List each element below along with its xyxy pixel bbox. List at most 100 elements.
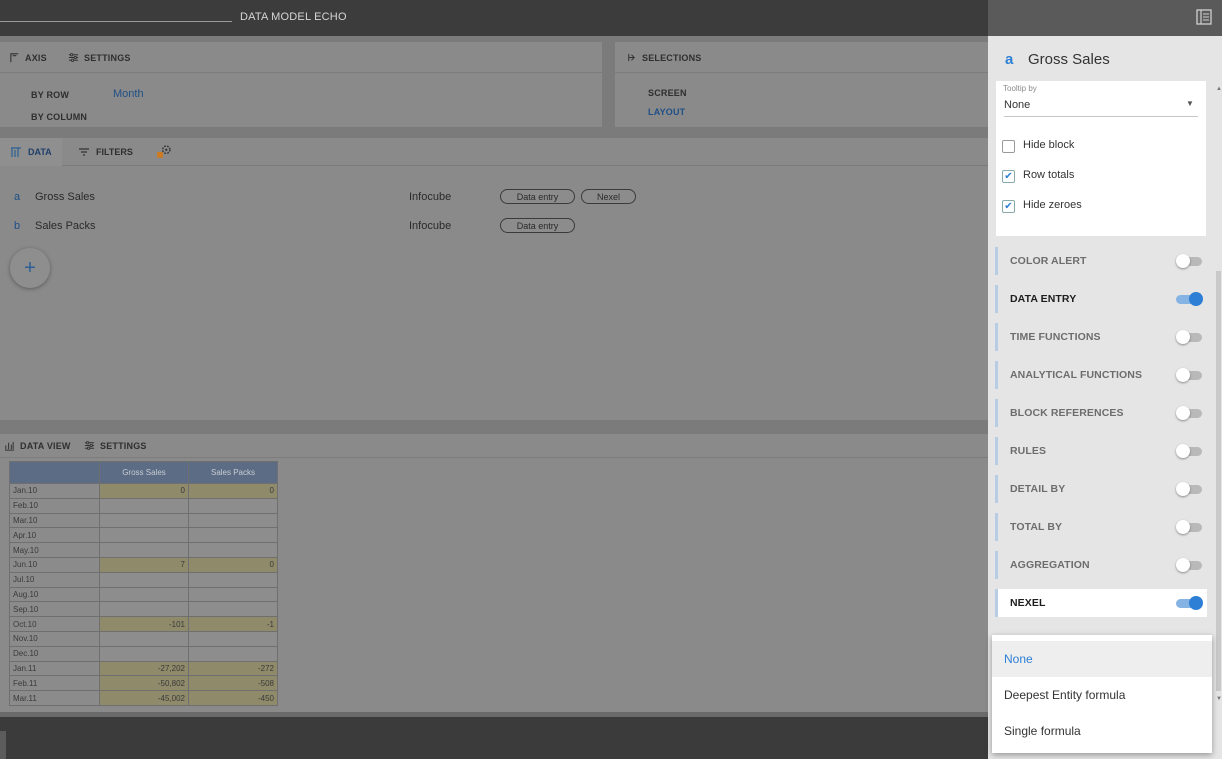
feature-label: DATA ENTRY: [1010, 293, 1077, 305]
tab-axis[interactable]: AXIS: [9, 52, 47, 63]
table-cell[interactable]: [99, 542, 189, 558]
table-cell[interactable]: -50,802: [99, 675, 189, 692]
panel-toggle-icon[interactable]: [1196, 9, 1212, 25]
data-row-b[interactable]: b Sales Packs Infocube Data entry: [0, 216, 988, 238]
table-cell[interactable]: 0: [188, 483, 278, 499]
table-cell[interactable]: -1: [188, 616, 278, 632]
table-cell[interactable]: [188, 630, 278, 647]
table-cell[interactable]: [188, 645, 278, 662]
data-entry-pill[interactable]: Data entry: [500, 218, 575, 233]
feature-toggle[interactable]: [1176, 558, 1202, 572]
row-header-cell: Aug.10: [9, 586, 100, 603]
screen-label[interactable]: SCREEN: [648, 88, 687, 98]
by-row-value[interactable]: Month: [113, 88, 144, 100]
scroll-down-icon[interactable]: ▼: [1216, 696, 1222, 702]
feature-toggle[interactable]: [1176, 368, 1202, 382]
feature-row[interactable]: DATA ENTRY: [995, 285, 1207, 313]
dropdown-option[interactable]: Deepest Entity formula: [992, 677, 1212, 713]
toggle-knob: [1176, 558, 1190, 572]
table-cell[interactable]: [99, 571, 189, 588]
name-input-underline[interactable]: [0, 21, 232, 22]
block-options-card: Tooltip by None ▼ Hide block ✔ Row totals ✔…: [996, 81, 1206, 236]
column-header[interactable]: Sales Packs: [188, 461, 278, 484]
checkbox-unchecked[interactable]: [1002, 140, 1015, 153]
table-corner-cell: [9, 461, 100, 484]
checkbox-label[interactable]: Hide block: [1023, 139, 1074, 151]
checkbox-checked[interactable]: ✔: [1002, 170, 1015, 183]
side-scrollbar-thumb[interactable]: [1216, 271, 1221, 691]
feature-row[interactable]: ANALYTICAL FUNCTIONS: [995, 361, 1207, 389]
table-row: Mar.10: [9, 512, 278, 529]
table-cell[interactable]: [99, 497, 189, 514]
nexel-pill[interactable]: Nexel: [581, 189, 636, 204]
feature-row[interactable]: NEXEL: [995, 589, 1207, 617]
tab-selections[interactable]: SELECTIONS: [626, 52, 702, 63]
table-cell[interactable]: [99, 586, 189, 603]
table-cell[interactable]: [99, 645, 189, 662]
table-cell[interactable]: -101: [99, 616, 189, 632]
layout-label[interactable]: LAYOUT: [648, 107, 685, 117]
table-cell[interactable]: [188, 512, 278, 529]
tooltip-by-select[interactable]: None: [1004, 99, 1030, 111]
table-cell[interactable]: [99, 601, 189, 618]
sliders-icon: [84, 441, 95, 450]
feature-toggle[interactable]: [1176, 406, 1202, 420]
checkbox-label[interactable]: Row totals: [1023, 169, 1074, 181]
table-cell[interactable]: [188, 527, 278, 544]
feature-row[interactable]: DETAIL BY: [995, 475, 1207, 503]
row-header-cell: Jan.10: [9, 483, 100, 499]
table-cell[interactable]: -45,002: [99, 690, 189, 706]
checkbox-checked[interactable]: ✔: [1002, 200, 1015, 213]
feature-toggle[interactable]: [1176, 520, 1202, 534]
dropdown-option[interactable]: Single formula: [992, 713, 1212, 749]
table-row: Sep.10: [9, 601, 278, 618]
feature-row[interactable]: BLOCK REFERENCES: [995, 399, 1207, 427]
feature-toggle[interactable]: [1176, 292, 1203, 306]
table-cell[interactable]: 0: [188, 556, 278, 573]
selections-panel-header: SELECTIONS: [615, 42, 988, 73]
data-entry-pill[interactable]: Data entry: [500, 189, 575, 204]
dropdown-option[interactable]: None: [992, 641, 1212, 677]
feature-row[interactable]: COLOR ALERT: [995, 247, 1207, 275]
add-data-button[interactable]: +: [10, 248, 50, 288]
feature-label: ANALYTICAL FUNCTIONS: [1010, 369, 1143, 381]
bottom-handle[interactable]: [0, 731, 6, 759]
bar-chart-icon: [4, 441, 15, 451]
tab-data[interactable]: DATA: [0, 138, 62, 166]
feature-toggle[interactable]: [1176, 482, 1202, 496]
feature-toggle[interactable]: [1176, 596, 1203, 610]
caret-down-icon[interactable]: ▼: [1186, 99, 1194, 108]
data-row-a[interactable]: a Gross Sales Infocube Data entry Nexel: [0, 187, 988, 209]
table-cell[interactable]: [99, 630, 189, 647]
feature-toggle[interactable]: [1176, 444, 1202, 458]
table-cell[interactable]: -508: [188, 675, 278, 692]
tab-data-view-label: DATA VIEW: [20, 440, 71, 451]
table-cell[interactable]: [99, 512, 189, 529]
table-cell[interactable]: -272: [188, 660, 278, 677]
table-cell[interactable]: [188, 586, 278, 603]
feature-row[interactable]: TOTAL BY: [995, 513, 1207, 541]
feature-row[interactable]: TIME FUNCTIONS: [995, 323, 1207, 351]
scroll-up-icon[interactable]: ▲: [1216, 86, 1222, 92]
table-cell[interactable]: [188, 601, 278, 618]
checkbox-label[interactable]: Hide zeroes: [1023, 199, 1082, 211]
table-cell[interactable]: [99, 527, 189, 544]
table-cell[interactable]: [188, 571, 278, 588]
tab-data-view-settings[interactable]: SETTINGS: [84, 440, 147, 451]
tab-data-view[interactable]: DATA VIEW: [4, 440, 71, 451]
tab-filters[interactable]: FILTERS: [68, 138, 143, 166]
table-cell[interactable]: -450: [188, 690, 278, 706]
table-cell[interactable]: [188, 497, 278, 514]
tab-hierarchy[interactable]: [143, 138, 185, 166]
plus-icon: +: [24, 256, 36, 279]
feature-toggle[interactable]: [1176, 330, 1202, 344]
feature-toggle[interactable]: [1176, 254, 1202, 268]
table-cell[interactable]: [188, 542, 278, 558]
table-cell[interactable]: 7: [99, 556, 189, 573]
table-cell[interactable]: 0: [99, 483, 189, 499]
tab-axis-settings[interactable]: SETTINGS: [68, 52, 131, 63]
table-cell[interactable]: -27,202: [99, 660, 189, 677]
column-header[interactable]: Gross Sales: [99, 461, 189, 484]
feature-row[interactable]: RULES: [995, 437, 1207, 465]
feature-row[interactable]: AGGREGATION: [995, 551, 1207, 579]
